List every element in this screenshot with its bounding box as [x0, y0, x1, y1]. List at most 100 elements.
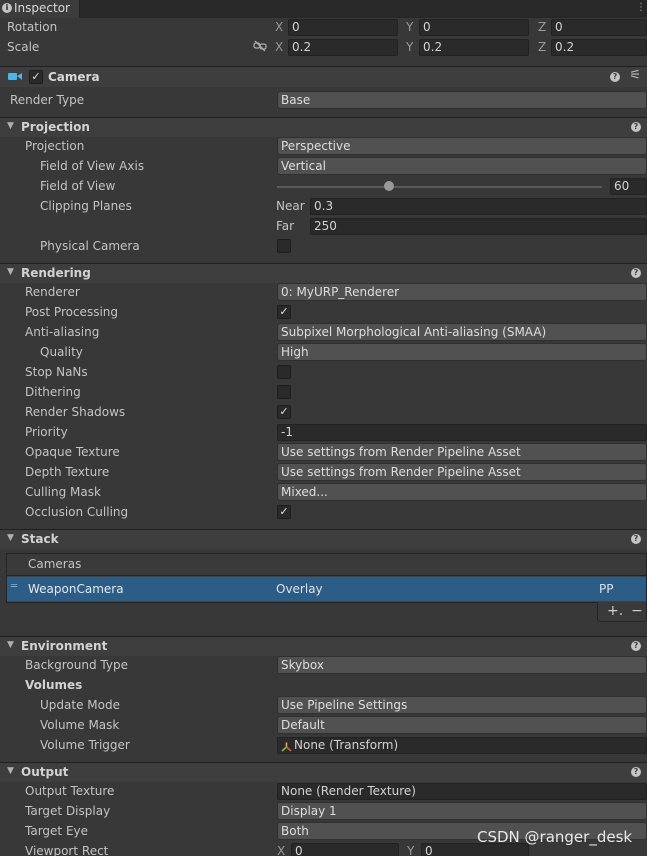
drag-handle-icon[interactable]: ═ — [11, 581, 17, 592]
background-type-label: Background Type — [25, 658, 128, 672]
output-texture-field[interactable]: None (Render Texture) — [277, 783, 647, 800]
far-field[interactable]: 250 — [310, 218, 647, 235]
settings-sliders-icon[interactable]: ⚟ — [629, 68, 641, 83]
priority-field[interactable]: -1 — [277, 424, 647, 441]
post-processing-row: Post Processing ✓ — [0, 303, 647, 323]
help-icon[interactable]: ? — [631, 767, 641, 777]
environment-section-header[interactable]: ▼ Environment ? — [0, 636, 647, 656]
fov-axis-dropdown[interactable]: Vertical — [277, 157, 647, 175]
depth-texture-dropdown[interactable]: Use settings from Render Pipeline Asset — [277, 463, 647, 481]
target-eye-label: Target Eye — [25, 824, 89, 838]
rendering-section-header[interactable]: ▼ Rendering ? — [0, 263, 647, 283]
physical-camera-label: Physical Camera — [40, 239, 140, 253]
physical-camera-checkbox[interactable] — [277, 239, 291, 253]
help-icon[interactable]: ? — [631, 534, 641, 544]
scale-z-field[interactable]: 0.2 — [551, 39, 647, 56]
rotation-x-field[interactable]: 0 — [288, 19, 398, 36]
stack-camera-tag: PP — [599, 582, 614, 596]
scale-x-field[interactable]: 0.2 — [288, 39, 398, 56]
camera-enabled-checkbox[interactable]: ✓ — [29, 70, 43, 84]
output-title: Output — [21, 765, 69, 779]
update-mode-label: Update Mode — [40, 698, 120, 712]
target-display-label: Target Display — [25, 804, 111, 818]
axis-y-label: Y — [406, 20, 414, 34]
target-display-dropdown[interactable]: Display 1 — [277, 802, 647, 820]
scale-y-field[interactable]: 0.2 — [419, 39, 529, 56]
collapse-triangle-icon: ▼ — [7, 267, 14, 277]
help-icon[interactable]: ? — [631, 122, 641, 132]
priority-label: Priority — [25, 425, 68, 439]
occlusion-culling-label: Occlusion Culling — [25, 505, 129, 519]
output-texture-label: Output Texture — [25, 784, 115, 798]
projection-section-header[interactable]: ▼ Projection ? — [0, 117, 647, 137]
update-mode-dropdown[interactable]: Use Pipeline Settings — [277, 696, 647, 714]
dithering-row: Dithering — [0, 383, 647, 403]
culling-mask-row: Culling Mask Mixed... — [0, 483, 647, 503]
post-processing-checkbox[interactable]: ✓ — [277, 305, 291, 319]
list-item[interactable]: ═ WeaponCamera Overlay PP — [7, 577, 646, 601]
stack-footer: +. − — [597, 602, 647, 622]
render-shadows-row: Render Shadows ✓ — [0, 403, 647, 423]
tab-inspector-label: Inspector — [14, 1, 70, 15]
output-section-header[interactable]: ▼ Output ? — [0, 762, 647, 782]
fov-slider-track[interactable] — [277, 186, 602, 188]
occlusion-culling-checkbox[interactable]: ✓ — [277, 505, 291, 519]
renderer-dropdown[interactable]: 0: MyURP_Renderer — [277, 283, 647, 301]
scale-label: Scale — [7, 40, 40, 54]
anti-aliasing-dropdown[interactable]: Subpixel Morphological Anti-aliasing (SM… — [277, 323, 647, 341]
volume-mask-dropdown[interactable]: Default — [277, 716, 647, 734]
near-field[interactable]: 0.3 — [310, 198, 647, 215]
culling-mask-dropdown[interactable]: Mixed... — [277, 483, 647, 501]
help-icon[interactable]: ? — [631, 268, 641, 278]
scale-row: Scale X 0.2 Y 0.2 Z 0.2 — [0, 38, 647, 58]
rotation-y-field[interactable]: 0 — [419, 19, 529, 36]
projection-dropdown[interactable]: Perspective — [277, 137, 647, 155]
depth-texture-row: Depth Texture Use settings from Render P… — [0, 463, 647, 483]
camera-component-header[interactable]: ✓ Camera ? ⚟ — [0, 66, 647, 87]
quality-row: Quality High — [0, 343, 647, 363]
tab-menu-icon[interactable]: ⋮ — [636, 2, 646, 13]
volumes-label: Volumes — [25, 678, 83, 692]
volume-trigger-row: Volume Trigger None (Transform) — [0, 736, 647, 756]
collapse-triangle-icon: ▼ — [7, 121, 14, 131]
stack-section-header[interactable]: ▼ Stack ? — [0, 529, 647, 549]
help-icon[interactable]: ? — [610, 72, 620, 82]
inspector-tabbar: i Inspector ⋮ — [0, 0, 647, 18]
opaque-texture-dropdown[interactable]: Use settings from Render Pipeline Asset — [277, 443, 647, 461]
collapse-triangle-icon: ▼ — [7, 640, 14, 650]
transform-icon — [281, 741, 292, 753]
background-type-dropdown[interactable]: Skybox — [277, 656, 647, 674]
render-shadows-checkbox[interactable]: ✓ — [277, 405, 291, 419]
stop-nans-checkbox[interactable] — [277, 365, 291, 379]
projection-row: Projection Perspective — [0, 137, 647, 157]
environment-title: Environment — [21, 639, 108, 653]
fov-axis-label: Field of View Axis — [40, 159, 145, 173]
anti-aliasing-row: Anti-aliasing Subpixel Morphological Ant… — [0, 323, 647, 343]
far-row: Far 250 — [0, 217, 647, 237]
tab-inspector[interactable]: i Inspector — [0, 0, 80, 18]
link-scale-icon[interactable] — [253, 40, 267, 52]
clipping-planes-label: Clipping Planes — [40, 199, 132, 213]
quality-dropdown[interactable]: High — [277, 343, 647, 361]
volume-trigger-field[interactable]: None (Transform) — [277, 737, 647, 754]
update-mode-row: Update Mode Use Pipeline Settings — [0, 696, 647, 716]
rotation-label: Rotation — [7, 20, 58, 34]
anti-aliasing-label: Anti-aliasing — [25, 325, 100, 339]
viewport-x-field[interactable]: 0 — [291, 843, 399, 856]
camera-icon — [8, 71, 22, 85]
renderer-row: Renderer 0: MyURP_Renderer — [0, 283, 647, 303]
fov-slider-handle[interactable] — [384, 181, 394, 191]
render-type-row: Render Type Base — [0, 91, 647, 111]
add-camera-button[interactable]: +. — [607, 603, 623, 619]
fov-field[interactable]: 60 — [610, 178, 647, 195]
dithering-checkbox[interactable] — [277, 385, 291, 399]
rotation-z-field[interactable]: 0 — [551, 19, 647, 36]
collapse-triangle-icon: ▼ — [7, 533, 14, 543]
opaque-texture-label: Opaque Texture — [25, 445, 120, 459]
help-icon[interactable]: ? — [631, 641, 641, 651]
render-type-dropdown[interactable]: Base — [277, 91, 647, 109]
stop-nans-row: Stop NaNs — [0, 363, 647, 383]
remove-camera-button[interactable]: − — [631, 603, 643, 619]
target-display-row: Target Display Display 1 — [0, 802, 647, 822]
fov-label: Field of View — [40, 179, 116, 193]
